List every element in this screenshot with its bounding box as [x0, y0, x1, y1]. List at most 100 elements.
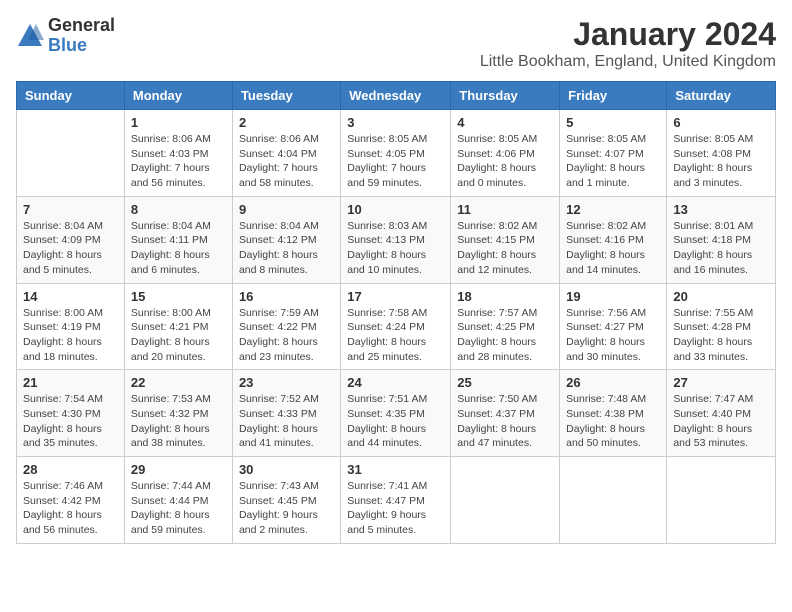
day-detail: Sunrise: 7:47 AMSunset: 4:40 PMDaylight:…: [673, 392, 769, 451]
day-cell: 15Sunrise: 8:00 AMSunset: 4:21 PMDayligh…: [124, 283, 232, 370]
day-number: 31: [347, 462, 444, 477]
day-detail: Sunrise: 7:41 AMSunset: 4:47 PMDaylight:…: [347, 479, 444, 538]
day-detail: Sunrise: 8:00 AMSunset: 4:19 PMDaylight:…: [23, 306, 118, 365]
day-detail: Sunrise: 7:48 AMSunset: 4:38 PMDaylight:…: [566, 392, 660, 451]
day-number: 16: [239, 289, 334, 304]
day-cell: 26 Sunrise: 7:48 AMSunset: 4:38 PMDayligh…: [560, 370, 667, 457]
day-cell: 23 Sunrise: 7:52 AMSunset: 4:33 PMDayligh…: [232, 370, 340, 457]
day-cell: 13 Sunrise: 8:01 AMSunset: 4:18 PMDayligh…: [667, 196, 776, 283]
day-detail: Sunrise: 7:46 AMSunset: 4:42 PMDaylight:…: [23, 479, 118, 538]
day-number: 4: [457, 115, 553, 130]
week-row-3: 14 Sunrise: 8:00 AMSunset: 4:19 PMDayligh…: [17, 283, 776, 370]
day-cell: 19Sunrise: 7:56 AMSunset: 4:27 PMDayligh…: [560, 283, 667, 370]
day-detail: Sunrise: 8:06 AMSunset: 4:03 PMDaylight:…: [131, 132, 226, 191]
day-detail: Sunrise: 7:44 AMSunset: 4:44 PMDaylight:…: [131, 479, 226, 538]
day-cell: 20 Sunrise: 7:55 AMSunset: 4:28 PMDayligh…: [667, 283, 776, 370]
day-detail: Sunrise: 7:54 AMSunset: 4:30 PMDaylight:…: [23, 392, 118, 451]
day-cell: 17 Sunrise: 7:58 AMSunset: 4:24 PMDayligh…: [341, 283, 451, 370]
logo-blue-text: Blue: [48, 36, 115, 56]
header-saturday: Saturday: [667, 82, 776, 110]
title-area: January 2024 Little Bookham, England, Un…: [480, 16, 776, 71]
day-cell: [17, 110, 125, 197]
day-cell: 18Sunrise: 7:57 AMSunset: 4:25 PMDayligh…: [451, 283, 560, 370]
day-cell: 5Sunrise: 8:05 AMSunset: 4:07 PMDaylight…: [560, 110, 667, 197]
day-detail: Sunrise: 7:55 AMSunset: 4:28 PMDaylight:…: [673, 306, 769, 365]
day-cell: 4 Sunrise: 8:05 AMSunset: 4:06 PMDaylight…: [451, 110, 560, 197]
day-detail: Sunrise: 7:50 AMSunset: 4:37 PMDaylight:…: [457, 392, 553, 451]
day-number: 8: [131, 202, 226, 217]
day-cell: 27 Sunrise: 7:47 AMSunset: 4:40 PMDayligh…: [667, 370, 776, 457]
day-detail: Sunrise: 7:43 AMSunset: 4:45 PMDaylight:…: [239, 479, 334, 538]
day-detail: Sunrise: 8:05 AMSunset: 4:05 PMDaylight:…: [347, 132, 444, 191]
day-detail: Sunrise: 8:01 AMSunset: 4:18 PMDaylight:…: [673, 219, 769, 278]
day-number: 17: [347, 289, 444, 304]
day-detail: Sunrise: 8:05 AMSunset: 4:06 PMDaylight:…: [457, 132, 553, 191]
day-cell: 16 Sunrise: 7:59 AMSunset: 4:22 PMDayligh…: [232, 283, 340, 370]
day-number: 21: [23, 375, 118, 390]
day-number: 22: [131, 375, 226, 390]
header-tuesday: Tuesday: [232, 82, 340, 110]
calendar-header-row: SundayMondayTuesdayWednesdayThursdayFrid…: [17, 82, 776, 110]
day-detail: Sunrise: 7:52 AMSunset: 4:33 PMDaylight:…: [239, 392, 334, 451]
day-cell: 30 Sunrise: 7:43 AMSunset: 4:45 PMDayligh…: [232, 457, 340, 544]
day-detail: Sunrise: 8:04 AMSunset: 4:12 PMDaylight:…: [239, 219, 334, 278]
day-detail: Sunrise: 8:02 AMSunset: 4:15 PMDaylight:…: [457, 219, 553, 278]
day-detail: Sunrise: 8:06 AMSunset: 4:04 PMDaylight:…: [239, 132, 334, 191]
day-cell: 29 Sunrise: 7:44 AMSunset: 4:44 PMDayligh…: [124, 457, 232, 544]
day-detail: Sunrise: 7:59 AMSunset: 4:22 PMDaylight:…: [239, 306, 334, 365]
day-number: 25: [457, 375, 553, 390]
day-number: 5: [566, 115, 660, 130]
day-cell: 7 Sunrise: 8:04 AMSunset: 4:09 PMDaylight…: [17, 196, 125, 283]
day-cell: 2 Sunrise: 8:06 AMSunset: 4:04 PMDaylight…: [232, 110, 340, 197]
page-header: General Blue January 2024 Little Bookham…: [16, 16, 776, 71]
location-title: Little Bookham, England, United Kingdom: [480, 53, 776, 71]
day-detail: Sunrise: 7:57 AMSunset: 4:25 PMDaylight:…: [457, 306, 553, 365]
day-detail: Sunrise: 8:03 AMSunset: 4:13 PMDaylight:…: [347, 219, 444, 278]
day-cell: 8Sunrise: 8:04 AMSunset: 4:11 PMDaylight…: [124, 196, 232, 283]
day-number: 20: [673, 289, 769, 304]
day-detail: Sunrise: 8:00 AMSunset: 4:21 PMDaylight:…: [131, 306, 226, 365]
day-detail: Sunrise: 8:02 AMSunset: 4:16 PMDaylight:…: [566, 219, 660, 278]
day-cell: 22 Sunrise: 7:53 AMSunset: 4:32 PMDayligh…: [124, 370, 232, 457]
week-row-1: 1Sunrise: 8:06 AMSunset: 4:03 PMDaylight…: [17, 110, 776, 197]
week-row-5: 28 Sunrise: 7:46 AMSunset: 4:42 PMDayligh…: [17, 457, 776, 544]
day-number: 13: [673, 202, 769, 217]
week-row-4: 21 Sunrise: 7:54 AMSunset: 4:30 PMDayligh…: [17, 370, 776, 457]
day-cell: 6Sunrise: 8:05 AMSunset: 4:08 PMDaylight…: [667, 110, 776, 197]
header-sunday: Sunday: [17, 82, 125, 110]
day-cell: 28 Sunrise: 7:46 AMSunset: 4:42 PMDayligh…: [17, 457, 125, 544]
week-row-2: 7 Sunrise: 8:04 AMSunset: 4:09 PMDaylight…: [17, 196, 776, 283]
day-detail: Sunrise: 7:51 AMSunset: 4:35 PMDaylight:…: [347, 392, 444, 451]
day-detail: Sunrise: 8:04 AMSunset: 4:09 PMDaylight:…: [23, 219, 118, 278]
day-detail: Sunrise: 7:53 AMSunset: 4:32 PMDaylight:…: [131, 392, 226, 451]
day-cell: [667, 457, 776, 544]
day-cell: 1Sunrise: 8:06 AMSunset: 4:03 PMDaylight…: [124, 110, 232, 197]
day-number: 7: [23, 202, 118, 217]
day-number: 26: [566, 375, 660, 390]
day-cell: 11 Sunrise: 8:02 AMSunset: 4:15 PMDayligh…: [451, 196, 560, 283]
day-number: 23: [239, 375, 334, 390]
day-number: 27: [673, 375, 769, 390]
day-number: 29: [131, 462, 226, 477]
day-cell: 14 Sunrise: 8:00 AMSunset: 4:19 PMDayligh…: [17, 283, 125, 370]
day-number: 11: [457, 202, 553, 217]
day-number: 14: [23, 289, 118, 304]
day-number: 24: [347, 375, 444, 390]
day-number: 28: [23, 462, 118, 477]
logo-icon: [16, 22, 44, 50]
day-number: 30: [239, 462, 334, 477]
day-cell: 3Sunrise: 8:05 AMSunset: 4:05 PMDaylight…: [341, 110, 451, 197]
day-cell: 31 Sunrise: 7:41 AMSunset: 4:47 PMDayligh…: [341, 457, 451, 544]
day-cell: 12 Sunrise: 8:02 AMSunset: 4:16 PMDayligh…: [560, 196, 667, 283]
day-detail: Sunrise: 7:58 AMSunset: 4:24 PMDaylight:…: [347, 306, 444, 365]
header-monday: Monday: [124, 82, 232, 110]
day-number: 12: [566, 202, 660, 217]
header-wednesday: Wednesday: [341, 82, 451, 110]
day-number: 6: [673, 115, 769, 130]
day-number: 9: [239, 202, 334, 217]
logo: General Blue: [16, 16, 115, 56]
day-cell: 9 Sunrise: 8:04 AMSunset: 4:12 PMDaylight…: [232, 196, 340, 283]
calendar-body: 1Sunrise: 8:06 AMSunset: 4:03 PMDaylight…: [17, 110, 776, 544]
day-cell: [560, 457, 667, 544]
day-number: 2: [239, 115, 334, 130]
